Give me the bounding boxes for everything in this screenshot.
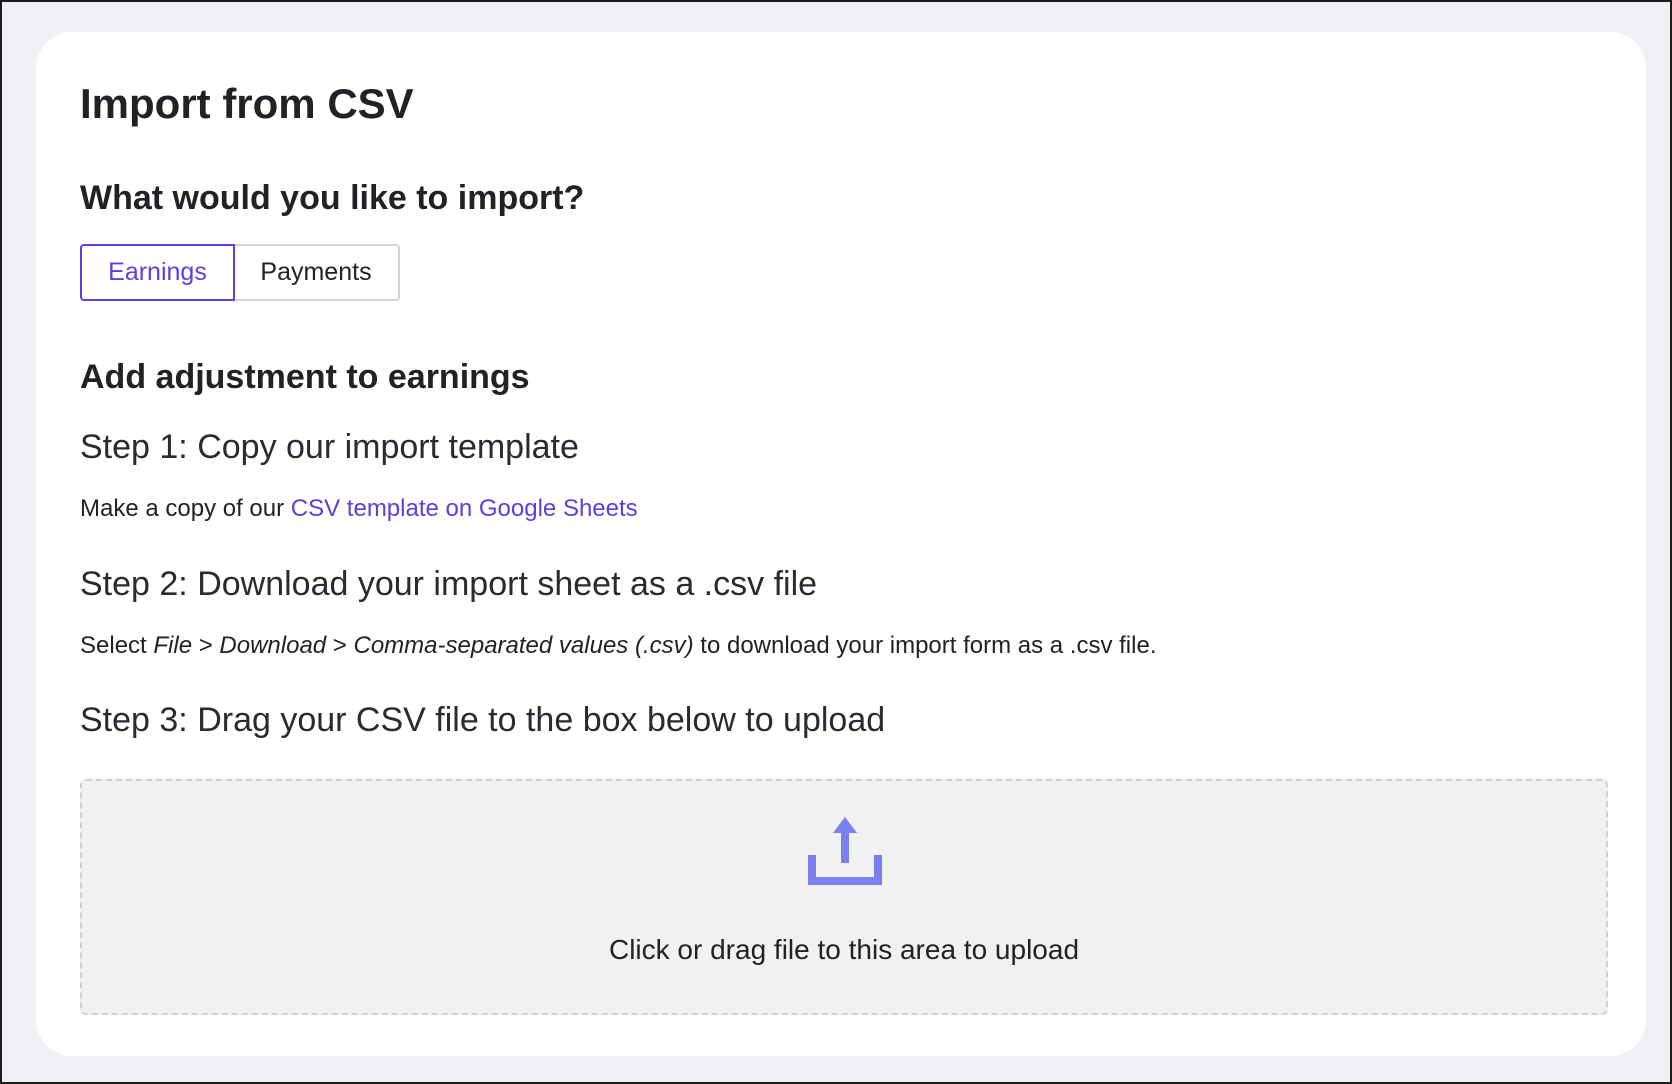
page-title: Import from CSV xyxy=(80,80,414,127)
csv-template-link[interactable]: CSV template on Google Sheets xyxy=(291,495,638,522)
step-2-text-suffix: to download your import form as a .csv f… xyxy=(693,632,1157,659)
menu-path-download: Download xyxy=(219,632,327,659)
import-card: Import from CSV What would you like to i… xyxy=(36,32,1646,1056)
menu-path-format: Comma-separated values (.csv) xyxy=(353,632,694,659)
import-type-toggle: Earnings Payments xyxy=(80,244,400,301)
upload-arrow-head xyxy=(833,817,857,833)
section-heading: Add adjustment to earnings xyxy=(80,358,530,396)
payments-option-button[interactable]: Payments xyxy=(234,244,400,301)
menu-path-separator: > xyxy=(326,632,354,659)
step-1-description: Make a copy of our CSV template on Googl… xyxy=(80,492,638,526)
step-3-title: Step 3: Drag your CSV file to the box be… xyxy=(80,701,886,739)
step-2-title: Step 2: Download your import sheet as a … xyxy=(80,565,818,603)
import-type-question: What would you like to import? xyxy=(80,179,585,217)
step-1-title: Step 1: Copy our import template xyxy=(80,428,579,466)
page-frame: Import from CSV What would you like to i… xyxy=(0,0,1672,1084)
earnings-option-button[interactable]: Earnings xyxy=(80,244,235,301)
step-2-text-prefix: Select xyxy=(80,632,154,659)
dropzone-instructions: Click or drag file to this area to uploa… xyxy=(608,934,1080,965)
upload-arrow-shaft xyxy=(841,831,849,863)
upload-icon xyxy=(808,817,882,885)
menu-path-file: File xyxy=(153,632,193,659)
step-1-text: Make a copy of our xyxy=(80,495,291,522)
step-2-description: Select File > Download > Comma-separated… xyxy=(80,629,1156,663)
menu-path-separator: > xyxy=(192,632,220,659)
file-upload-dropzone[interactable]: Click or drag file to this area to uploa… xyxy=(80,779,1608,1015)
